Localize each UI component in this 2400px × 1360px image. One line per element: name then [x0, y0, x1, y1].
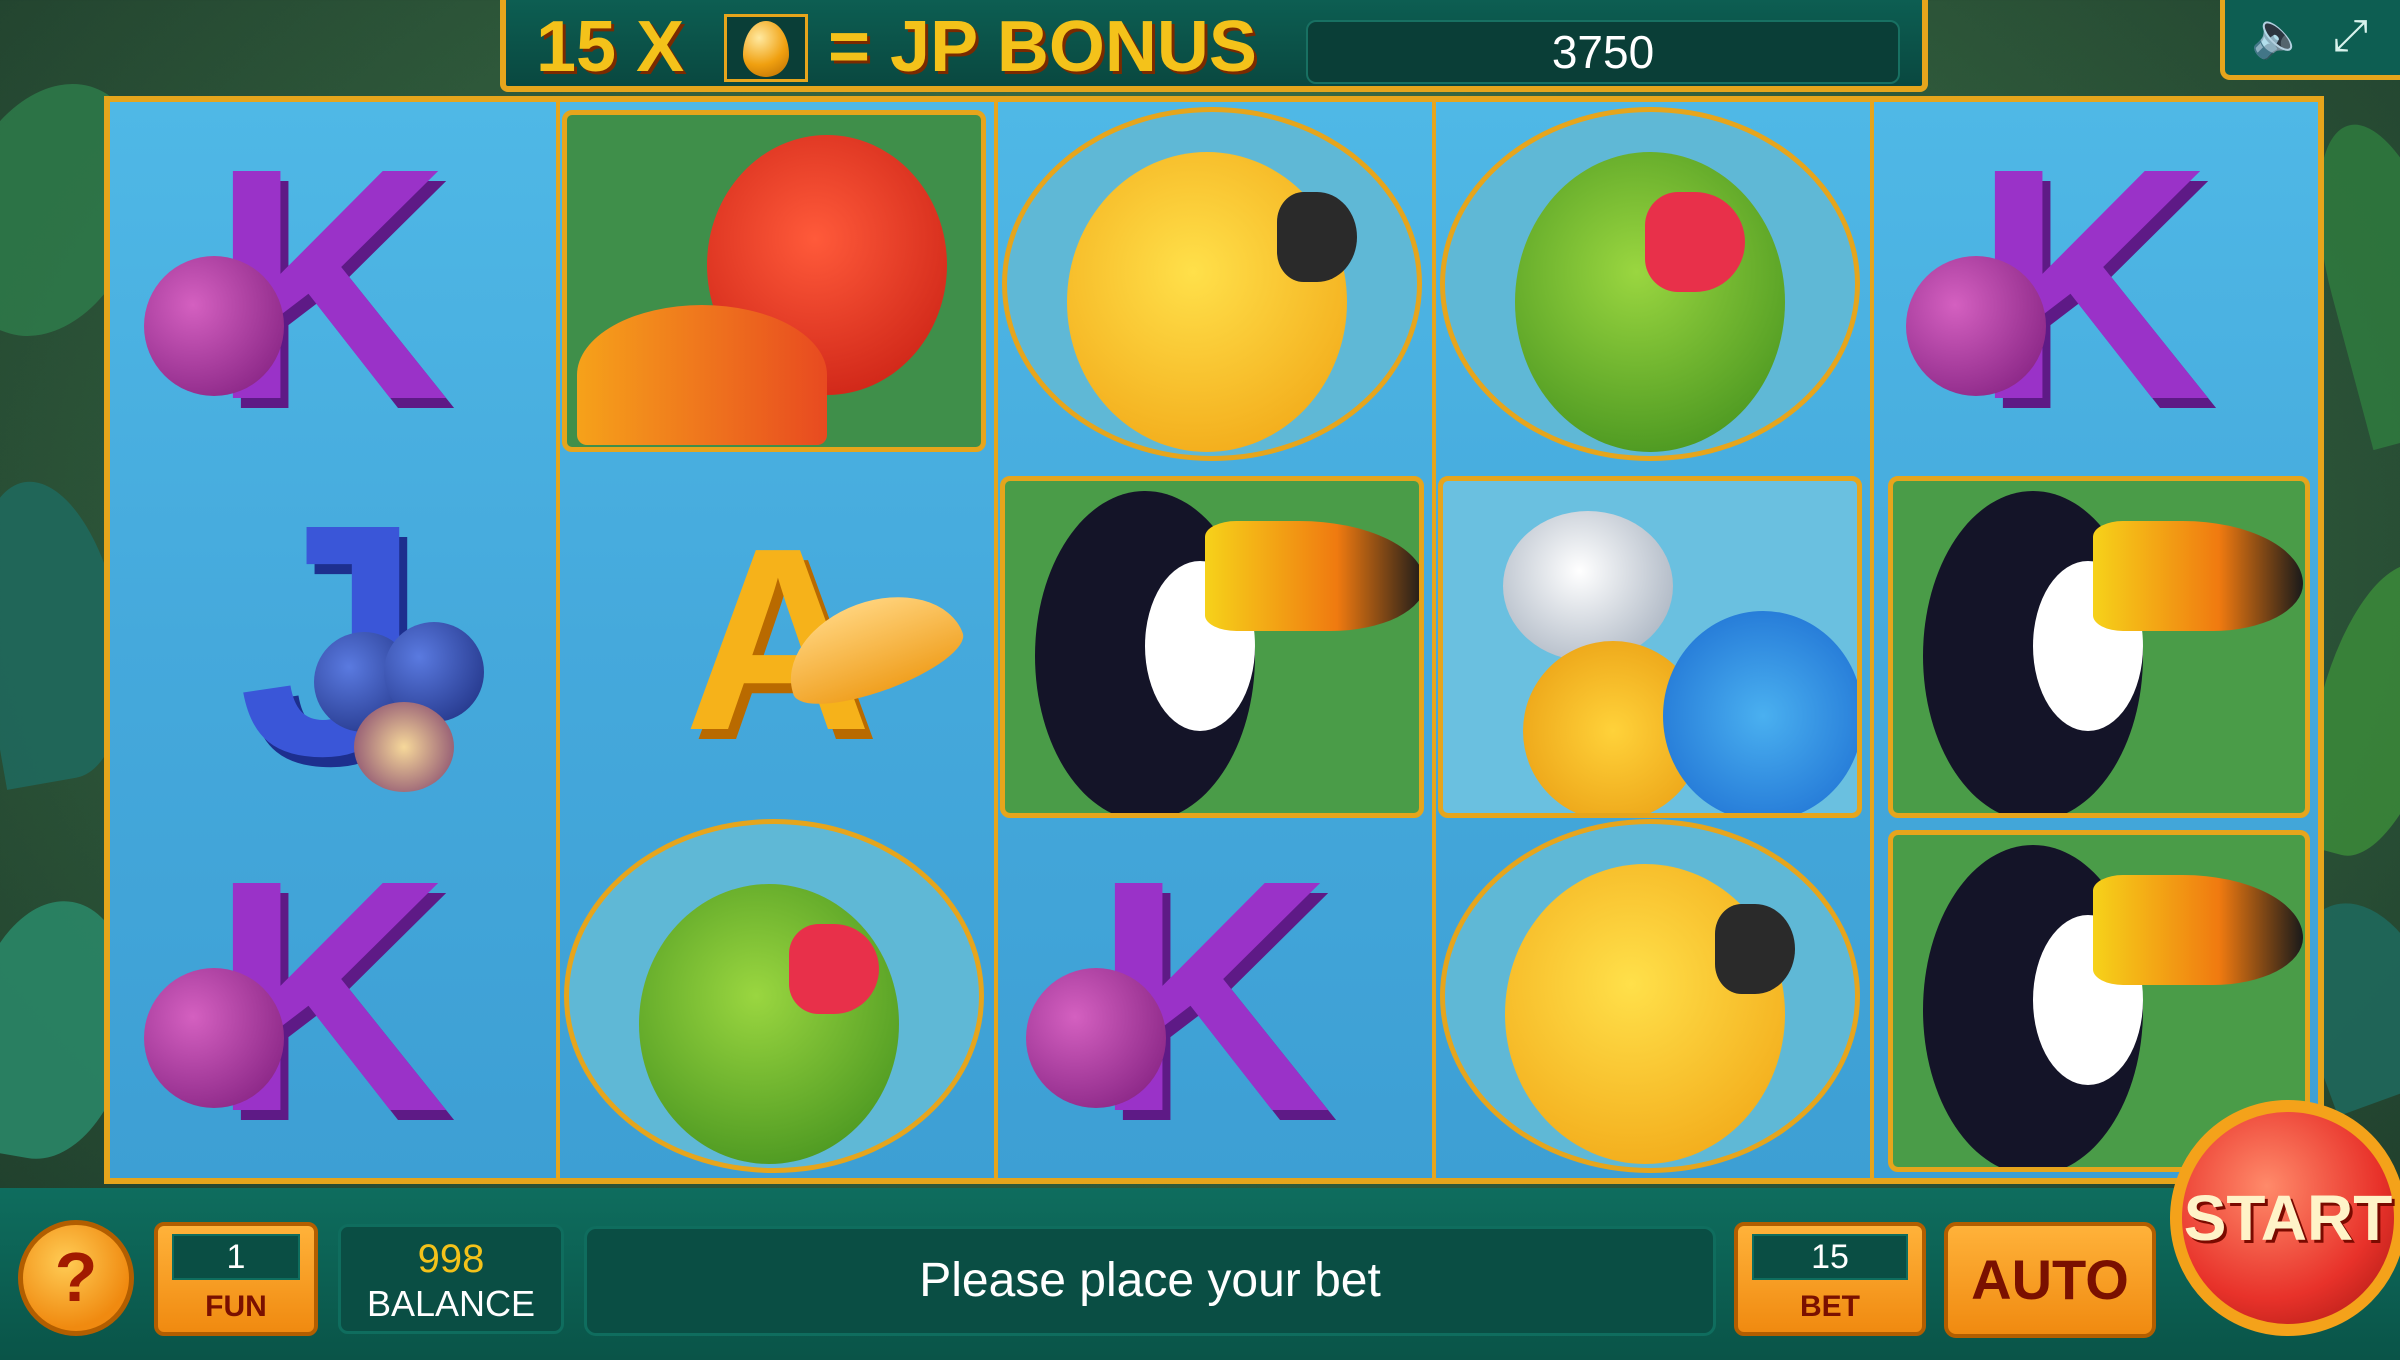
- balance-value: 998: [417, 1237, 485, 1281]
- help-button[interactable]: ?: [18, 1220, 134, 1336]
- passionfruit-icon: [354, 702, 454, 792]
- balance-label: BALANCE: [366, 1283, 536, 1324]
- speaker-icon[interactable]: 🔈: [2251, 14, 2306, 58]
- jackpot-count: 15 X: [536, 7, 685, 87]
- beak-icon: [789, 924, 879, 1014]
- symbol-toucan: [1888, 476, 2310, 818]
- bet-value: 15: [1752, 1234, 1908, 1280]
- symbol-yellow-parrot: [1434, 818, 1866, 1174]
- beak-icon: [1277, 192, 1357, 282]
- jackpot-value-box: 3750: [1306, 20, 1900, 84]
- bet-selector[interactable]: 15 BET: [1734, 1222, 1926, 1336]
- golden-egg-icon: [724, 14, 808, 82]
- mangosteen-icon: [1026, 968, 1166, 1108]
- symbol-k: K: [1876, 106, 2308, 462]
- beak-icon: [1645, 192, 1745, 292]
- mangosteen-icon: [1906, 256, 2046, 396]
- mangosteen-icon: [144, 256, 284, 396]
- fun-selector[interactable]: 1 FUN: [154, 1222, 318, 1336]
- balance-display: 998 BALANCE: [338, 1224, 564, 1334]
- beak-icon: [2093, 521, 2303, 631]
- beak-icon: [1205, 521, 1419, 631]
- top-controls: 🔈 ⤢: [2220, 0, 2400, 80]
- symbol-green-parrot: [1434, 106, 1866, 462]
- symbol-a: A: [562, 462, 994, 818]
- beak-icon: [1715, 904, 1795, 994]
- symbol-k: K: [114, 818, 546, 1174]
- symbol-red-parrot: [562, 110, 986, 452]
- expand-icon[interactable]: ⤢: [2333, 14, 2368, 58]
- symbol-yellow-parrot: [996, 106, 1428, 462]
- symbol-k: K: [114, 106, 546, 462]
- fun-value: 1: [172, 1234, 300, 1280]
- reel-grid: K J K A K K: [104, 96, 2324, 1184]
- jackpot-value: 3750: [1551, 26, 1655, 78]
- jackpot-banner: 15 X = JP BONUS 3750: [500, 0, 1928, 92]
- symbol-j: J: [114, 462, 546, 818]
- bet-label: BET: [1800, 1290, 1860, 1323]
- beak-icon: [2093, 875, 2303, 985]
- symbol-toucan: [1000, 476, 1424, 818]
- symbol-macaw: [1438, 476, 1862, 818]
- fun-label: FUN: [205, 1290, 267, 1323]
- start-button[interactable]: START: [2170, 1100, 2400, 1336]
- jackpot-label: = JP BONUS: [828, 7, 1257, 87]
- mangosteen-icon: [144, 968, 284, 1108]
- auto-button[interactable]: AUTO: [1944, 1222, 2156, 1338]
- status-message: Please place your bet: [584, 1226, 1716, 1336]
- symbol-green-parrot: [558, 818, 990, 1174]
- symbol-k: K: [996, 818, 1428, 1174]
